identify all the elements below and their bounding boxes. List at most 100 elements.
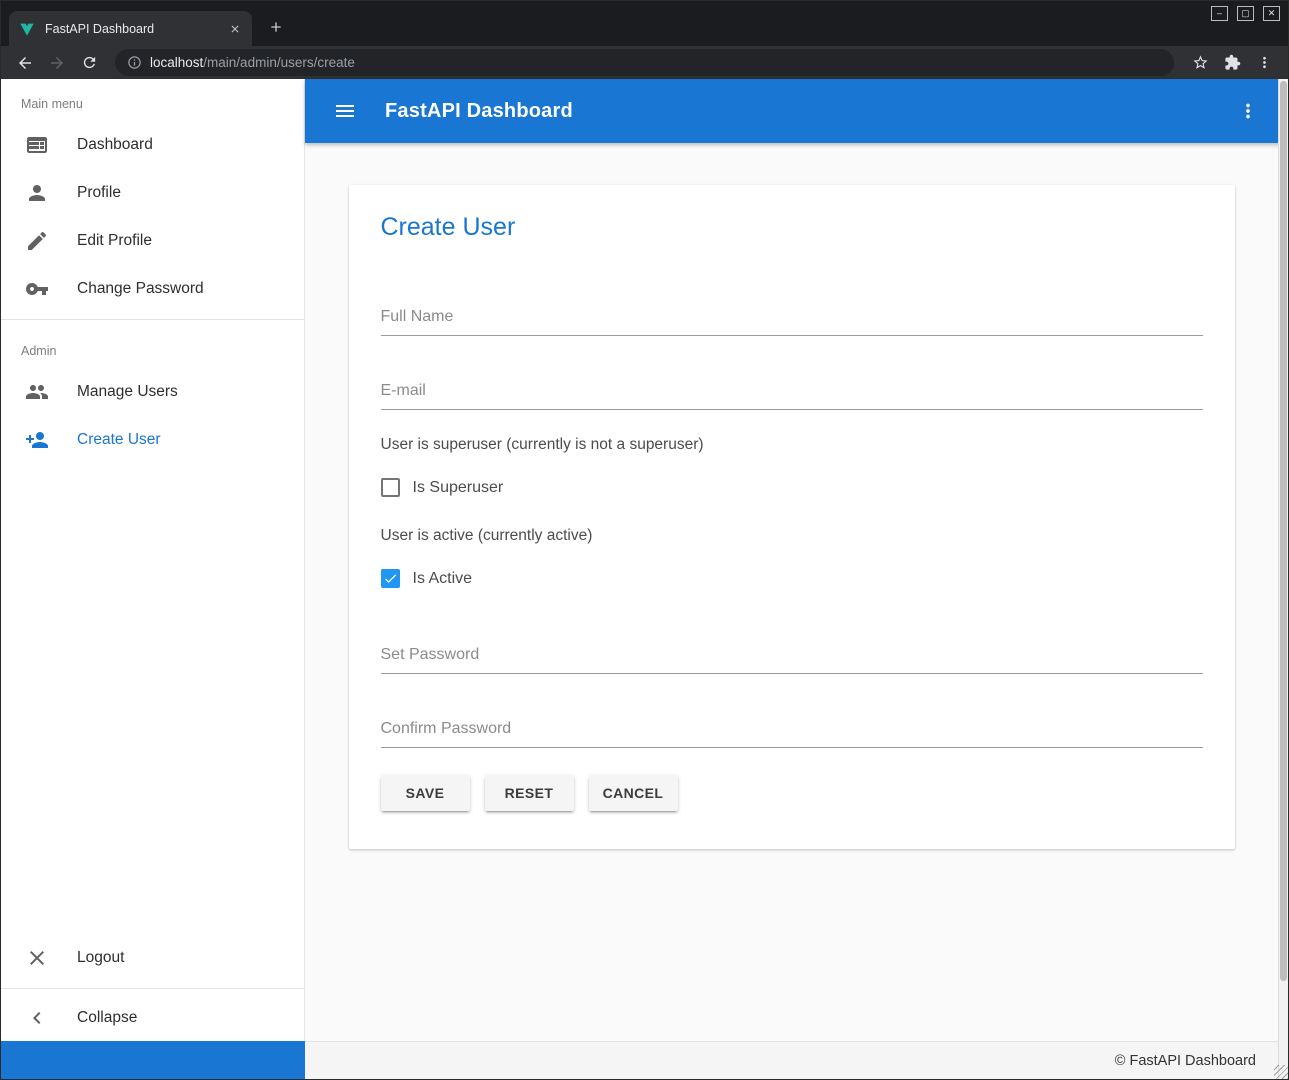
set-password-field-wrap xyxy=(381,640,1203,674)
hamburger-menu-button[interactable] xyxy=(327,93,363,129)
sidebar-item-label: Create User xyxy=(77,431,161,449)
sidebar-section-header-admin: Admin xyxy=(1,326,304,368)
pencil-icon xyxy=(25,229,49,253)
star-icon xyxy=(1192,54,1209,71)
more-vert-icon xyxy=(1237,100,1259,122)
forward-arrow-icon xyxy=(48,54,66,72)
minimize-icon: – xyxy=(1217,9,1222,18)
url-host: localhost xyxy=(150,55,203,70)
sidebar-item-profile[interactable]: Profile xyxy=(1,169,304,217)
close-icon xyxy=(229,23,241,35)
maximize-button[interactable]: ▢ xyxy=(1237,6,1254,21)
app-root: Main menu Dashboard Profile xyxy=(1,79,1288,1079)
vuetify-logo-icon xyxy=(19,21,35,37)
checkbox-checked-icon[interactable] xyxy=(381,569,400,588)
sidebar-item-create-user[interactable]: Create User xyxy=(1,416,304,464)
chevron-left-icon xyxy=(25,1006,49,1030)
window-controls: – ▢ ✕ xyxy=(1211,6,1280,21)
page-scrollbar[interactable] xyxy=(1278,79,1288,1079)
sidebar-item-label: Change Password xyxy=(77,280,204,298)
email-field-wrap xyxy=(381,376,1203,410)
minimize-button[interactable]: – xyxy=(1211,6,1228,21)
tab-close-button[interactable] xyxy=(226,20,244,38)
sidebar-section-header-main: Main menu xyxy=(1,79,304,121)
footer-copyright: © FastAPI Dashboard xyxy=(1115,1053,1256,1069)
cancel-button[interactable]: CANCEL xyxy=(589,775,678,811)
back-button[interactable] xyxy=(11,49,39,77)
tab-title: FastAPI Dashboard xyxy=(45,22,226,36)
browser-toolbar: localhost/main/admin/users/create xyxy=(1,46,1288,79)
sidebar: Main menu Dashboard Profile xyxy=(1,79,305,1041)
sidebar-item-change-password[interactable]: Change Password xyxy=(1,265,304,313)
sidebar-divider xyxy=(1,319,304,320)
site-info-icon[interactable] xyxy=(127,55,142,70)
reload-button[interactable] xyxy=(75,49,103,77)
set-password-input[interactable] xyxy=(381,640,1203,674)
full-name-field-wrap xyxy=(381,302,1203,336)
is-superuser-checkbox-row[interactable]: Is Superuser xyxy=(381,478,1203,497)
is-active-label: Is Active xyxy=(413,570,473,588)
form-actions: SAVE RESET CANCEL xyxy=(381,775,1203,811)
browser-window: FastAPI Dashboard – ▢ ✕ xyxy=(0,0,1289,1080)
reset-button[interactable]: RESET xyxy=(485,775,574,811)
scrollbar-thumb[interactable] xyxy=(1280,81,1287,981)
person-add-icon xyxy=(25,428,49,452)
page-content: Create User User is superuser (currently… xyxy=(305,143,1288,1041)
sidebar-item-label: Profile xyxy=(77,184,121,202)
person-icon xyxy=(25,181,49,205)
appbar-overflow-menu-button[interactable] xyxy=(1230,93,1266,129)
app-footer: © FastAPI Dashboard xyxy=(1,1041,1288,1079)
forward-button[interactable] xyxy=(43,49,71,77)
email-input[interactable] xyxy=(381,376,1203,410)
checkbox-unchecked-icon[interactable] xyxy=(381,478,400,497)
url-path: /main/admin/users/create xyxy=(203,55,355,70)
sidebar-item-manage-users[interactable]: Manage Users xyxy=(1,368,304,416)
sidebar-item-collapse[interactable]: Collapse xyxy=(1,995,304,1041)
browser-menu-button[interactable] xyxy=(1250,49,1278,77)
browser-tabstrip: FastAPI Dashboard – ▢ ✕ xyxy=(1,1,1288,46)
close-icon: ✕ xyxy=(1268,9,1276,18)
close-button[interactable]: ✕ xyxy=(1263,6,1280,21)
extensions-button[interactable] xyxy=(1218,49,1246,77)
sidebar-item-label: Manage Users xyxy=(77,383,178,401)
is-active-checkbox-row[interactable]: Is Active xyxy=(381,569,1203,588)
superuser-hint-text: User is superuser (currently is not a su… xyxy=(381,436,1203,454)
sidebar-item-label: Collapse xyxy=(77,1009,137,1027)
appbar-title: FastAPI Dashboard xyxy=(385,100,573,123)
new-tab-button[interactable] xyxy=(262,13,290,41)
hamburger-icon xyxy=(333,99,357,123)
url-text: localhost/main/admin/users/create xyxy=(150,55,355,70)
sidebar-spacer xyxy=(1,464,304,934)
reload-icon xyxy=(81,54,98,71)
window-resize-grip[interactable] xyxy=(1274,1065,1288,1079)
main-area: FastAPI Dashboard Create User xyxy=(305,79,1288,1041)
sidebar-item-logout[interactable]: Logout xyxy=(1,934,304,982)
footer-bar: © FastAPI Dashboard xyxy=(305,1041,1288,1079)
back-arrow-icon xyxy=(16,54,34,72)
confirm-password-field-wrap xyxy=(381,714,1203,748)
sidebar-item-dashboard[interactable]: Dashboard xyxy=(1,121,304,169)
extensions-icon xyxy=(1224,54,1241,71)
footer-primary-block xyxy=(1,1041,305,1079)
more-vert-icon xyxy=(1256,54,1273,71)
page-title: Create User xyxy=(381,213,1203,242)
sidebar-item-label: Logout xyxy=(77,949,124,967)
close-x-icon xyxy=(25,946,49,970)
save-button[interactable]: SAVE xyxy=(381,775,470,811)
dashboard-icon xyxy=(25,133,49,157)
sidebar-item-edit-profile[interactable]: Edit Profile xyxy=(1,217,304,265)
key-icon xyxy=(25,277,49,301)
sidebar-item-label: Edit Profile xyxy=(77,232,152,250)
browser-tab[interactable]: FastAPI Dashboard xyxy=(9,11,252,46)
create-user-card: Create User User is superuser (currently… xyxy=(349,185,1235,849)
is-superuser-label: Is Superuser xyxy=(413,479,504,497)
plus-icon xyxy=(268,19,284,35)
confirm-password-input[interactable] xyxy=(381,714,1203,748)
url-bar[interactable]: localhost/main/admin/users/create xyxy=(115,49,1174,76)
sidebar-item-label: Dashboard xyxy=(77,136,153,154)
bookmark-button[interactable] xyxy=(1186,49,1214,77)
maximize-icon: ▢ xyxy=(1241,9,1250,18)
people-icon xyxy=(25,380,49,404)
sidebar-divider xyxy=(1,988,304,989)
full-name-input[interactable] xyxy=(381,302,1203,336)
